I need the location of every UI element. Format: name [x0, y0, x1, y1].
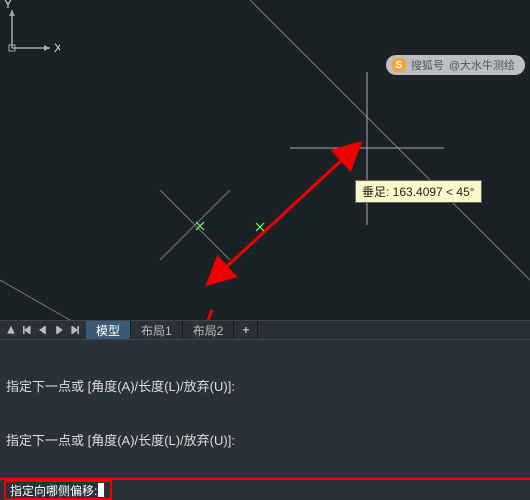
ucs-y-label: Y	[4, 0, 12, 11]
text-cursor	[98, 483, 104, 497]
construction-line	[250, 0, 530, 280]
command-input-row[interactable]: 指定向哪侧偏移:	[0, 478, 530, 500]
snap-marker-1	[196, 222, 204, 230]
tab-layout2[interactable]: 布局2	[183, 321, 235, 339]
tab-nav-first-icon[interactable]	[20, 323, 34, 337]
snap-marker-2	[256, 223, 264, 231]
drawing-canvas[interactable]: X Y 垂足: 163.4097 < 45°	[0, 0, 530, 320]
command-prompt-highlight: 指定向哪侧偏移:	[4, 480, 112, 500]
tab-nav-next-icon[interactable]	[52, 323, 66, 337]
tab-layout1[interactable]: 布局1	[131, 321, 183, 339]
cmd-line: 指定下一点或 [角度(A)/长度(L)/放弃(U)]:	[6, 378, 524, 396]
sohu-icon: S	[392, 58, 406, 72]
tab-nav-prev-icon[interactable]	[36, 323, 50, 337]
cmd-line: 指定下一点或 [角度(A)/长度(L)/放弃(U)]:	[6, 432, 524, 450]
ucs-icon: X Y	[0, 0, 60, 60]
command-prompt: 指定向哪侧偏移:	[10, 482, 97, 499]
snap-tooltip: 垂足: 163.4097 < 45°	[355, 180, 482, 203]
tab-add[interactable]: +	[234, 321, 258, 339]
layout-tab-bar: 模型 布局1 布局2 +	[0, 320, 530, 340]
tab-model[interactable]: 模型	[86, 321, 131, 339]
annotation-arrow-bottom	[140, 310, 212, 320]
command-history: 指定下一点或 [角度(A)/长度(L)/放弃(U)]: 指定下一点或 [角度(A…	[0, 340, 530, 478]
ucs-x-label: X	[54, 41, 60, 55]
watermark: S 搜狐号 @大水牛测绘	[386, 55, 525, 75]
watermark-owner: @大水牛测绘	[449, 57, 515, 73]
tab-nav-last-icon[interactable]	[68, 323, 82, 337]
watermark-label: 搜狐号	[411, 57, 444, 73]
annotation-arrow-top	[223, 157, 345, 270]
tab-toggle-icon[interactable]	[4, 323, 18, 337]
construction-line-2	[0, 280, 70, 320]
